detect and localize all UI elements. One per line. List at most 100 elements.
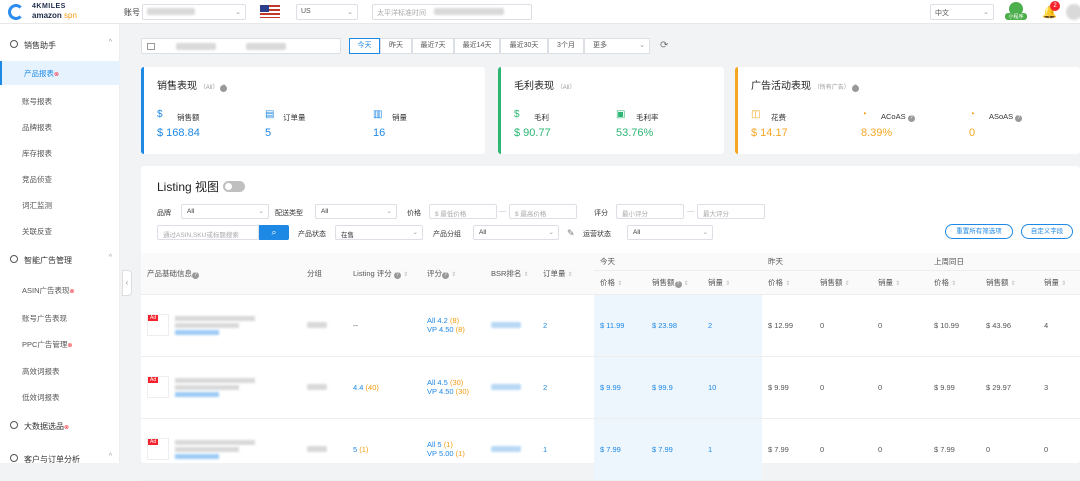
sidebar-item-inventory-report[interactable]: 库存报表	[0, 141, 120, 165]
chevron-up-icon: ^	[108, 453, 112, 460]
sidebar-collapse-button[interactable]: ‹	[122, 270, 132, 296]
timezone-select[interactable]: 太平洋标准时间	[372, 4, 532, 20]
col-sales[interactable]: 销售额 ⇕	[980, 270, 1038, 295]
bsr-cell	[485, 294, 537, 357]
col-price[interactable]: 价格 ⇕	[762, 270, 814, 295]
listing-table: 产品基础信息? 分组 Listing 评分 ? ⇕ 评分? ⇕ BSR排名 ⇕ …	[141, 253, 1080, 481]
sidebar-group-bigdata[interactable]: 大数据选品⊗	[0, 415, 120, 437]
search-input[interactable]: 通过ASIN,SKU或标题搜索	[157, 225, 259, 240]
sidebar-group-sales[interactable]: 销售助手 ^	[0, 34, 120, 56]
period-yesterday: 昨天	[762, 253, 928, 271]
sidebar-item-competitor[interactable]: 竞品侦查	[0, 167, 120, 191]
profit-card: 毛利表现 （All） $ 毛利 $ 90.77 ▣ 毛利率 53.76%	[498, 67, 724, 154]
col-units[interactable]: 销量 ⇕	[872, 270, 928, 295]
ops-status-select[interactable]: All ⌄	[627, 225, 713, 240]
price-min-input[interactable]: $ 最低价格	[429, 204, 497, 219]
col-sales[interactable]: 销售额? ⇕	[646, 270, 702, 295]
product-image: Ad	[147, 314, 169, 336]
sidebar-item-inefficient-words[interactable]: 低效词报表	[0, 385, 120, 409]
gear-icon	[10, 40, 18, 48]
language-select[interactable]: 中文 ⌄	[930, 4, 994, 20]
sidebar-group-ads[interactable]: 智能广告管理 ^	[0, 249, 120, 271]
score-min-input[interactable]: 最小评分	[616, 204, 684, 219]
sidebar-item-ppc[interactable]: PPC广告管理⊗	[0, 332, 120, 356]
range-14d-button[interactable]: 最近14天	[454, 38, 500, 54]
chevron-down-icon: ⌄	[386, 208, 392, 215]
sidebar: 销售助手 ^ 产品报表⊗ 账号报表 品牌报表 库存报表 竞品侦查 词汇监测 关联…	[0, 24, 120, 464]
listing-view-toggle[interactable]	[223, 181, 245, 192]
sidebar-item-reverse-lookup[interactable]: 关联反查	[0, 219, 120, 243]
asoas-value: 0	[969, 127, 976, 139]
chevron-down-icon: ⌄	[347, 9, 353, 16]
col-price[interactable]: 价格 ⇕	[594, 270, 646, 295]
chevron-down-icon: ⌄	[702, 229, 708, 236]
search-button[interactable]: ⌕	[259, 225, 289, 240]
col-listing-score[interactable]: Listing 评分 ? ⇕	[347, 253, 421, 295]
range-3m-button[interactable]: 3个月	[548, 38, 584, 54]
product-cell[interactable]: Ad	[141, 356, 301, 419]
pie-icon: ◔	[969, 109, 976, 120]
table-row[interactable]: Ad 4.4 (40) All 4.5 (30) VP 4.50 (30) 2 $…	[141, 356, 1080, 419]
col-orders[interactable]: 订单量 ⇕	[537, 253, 594, 295]
product-image: Ad	[147, 376, 169, 398]
units-value: 16	[373, 127, 386, 139]
col-bsr[interactable]: BSR排名 ⇕	[485, 253, 537, 295]
sidebar-item-asin-ads[interactable]: ASIN广告表现⊗	[0, 278, 120, 302]
acoas-value: 8.39%	[861, 127, 893, 139]
sidebar-item-account-report[interactable]: 账号报表	[0, 89, 120, 113]
sidebar-item-efficient-words[interactable]: 高效词报表	[0, 359, 120, 383]
range-more-select[interactable]: 更多 ⌄	[584, 38, 650, 54]
custom-fields-button[interactable]: 自定义字段	[1021, 224, 1073, 239]
col-rating[interactable]: 评分? ⇕	[421, 253, 485, 295]
range-7d-button[interactable]: 最近7天	[412, 38, 454, 54]
region-select[interactable]: US ⌄	[296, 4, 358, 20]
avatar[interactable]	[1066, 4, 1080, 20]
group-select[interactable]: All ⌄	[473, 225, 559, 240]
account-label: 账号	[124, 8, 140, 17]
col-units[interactable]: 销量 ⇕	[702, 270, 762, 295]
rating-cell: All 4.2 (8) VP 4.50 (8)	[421, 294, 485, 357]
bsr-cell	[485, 418, 537, 481]
sidebar-item-product-report[interactable]: 产品报表⊗	[0, 61, 120, 85]
edit-icon: ✎	[567, 228, 575, 238]
price-max-input[interactable]: $ 最高价格	[509, 204, 577, 219]
col-sales[interactable]: 销售额 ⇕	[814, 270, 872, 295]
calendar-icon	[147, 43, 155, 50]
col-group: 分组	[301, 253, 347, 295]
sidebar-item-brand-report[interactable]: 品牌报表	[0, 115, 120, 139]
spend-value: $ 14.17	[751, 127, 788, 139]
orders-cell: 2	[537, 356, 594, 419]
brand-select[interactable]: All ⌄	[181, 204, 269, 219]
range-yesterday-button[interactable]: 昨天	[380, 38, 412, 54]
sidebar-item-keyword-monitor[interactable]: 词汇监测	[0, 193, 120, 217]
score-max-input[interactable]: 最大评分	[697, 204, 765, 219]
product-cell[interactable]: Ad	[141, 294, 301, 357]
brand-logo[interactable]: 4KMILES amazon spn	[8, 3, 98, 21]
table-row[interactable]: Ad -- All 4.2 (8) VP 4.50 (8) 2 $ 11.99 $…	[141, 294, 1080, 357]
range-today-button[interactable]: 今天	[349, 38, 380, 54]
refresh-icon[interactable]: ⟳	[660, 40, 668, 51]
account-select[interactable]: ⌄	[142, 4, 246, 20]
status-select[interactable]: 在售 ⌄	[335, 225, 423, 240]
listing-score-cell: --	[347, 294, 421, 357]
period-last-week: 上周同日	[928, 253, 1080, 271]
us-flag-icon	[260, 5, 280, 18]
table-row[interactable]: Ad 5 (1) All 5 (1) VP 5.00 (1) 1 $ 7.99 $…	[141, 418, 1080, 481]
reset-filters-button[interactable]: 重置所有筛选项	[945, 224, 1013, 239]
listing-title: Listing 视图	[157, 180, 220, 194]
range-30d-button[interactable]: 最近30天	[500, 38, 548, 54]
group-cell	[301, 294, 347, 357]
mini-program-button[interactable]: 小程序	[1005, 2, 1027, 22]
sidebar-group-customer[interactable]: 客户与订单分析 ^	[0, 448, 120, 470]
col-price[interactable]: 价格 ⇕	[928, 270, 980, 295]
col-units[interactable]: 销量 ⇕	[1038, 270, 1080, 295]
product-cell[interactable]: Ad	[141, 418, 301, 481]
shipping-select[interactable]: All ⌄	[315, 204, 397, 219]
margin-icon: ▣	[616, 109, 626, 120]
orders-cell: 2	[537, 294, 594, 357]
dollar-icon: $	[157, 109, 163, 120]
date-range-picker[interactable]	[141, 38, 341, 54]
sidebar-item-account-ads[interactable]: 账号广告表现	[0, 306, 120, 330]
sales-card: 销售表现 （All）? $ 销售额 $ 168.84 ▤ 订单量 5 ▥ 销量 …	[141, 67, 485, 154]
pie-icon: ◔	[861, 109, 868, 120]
